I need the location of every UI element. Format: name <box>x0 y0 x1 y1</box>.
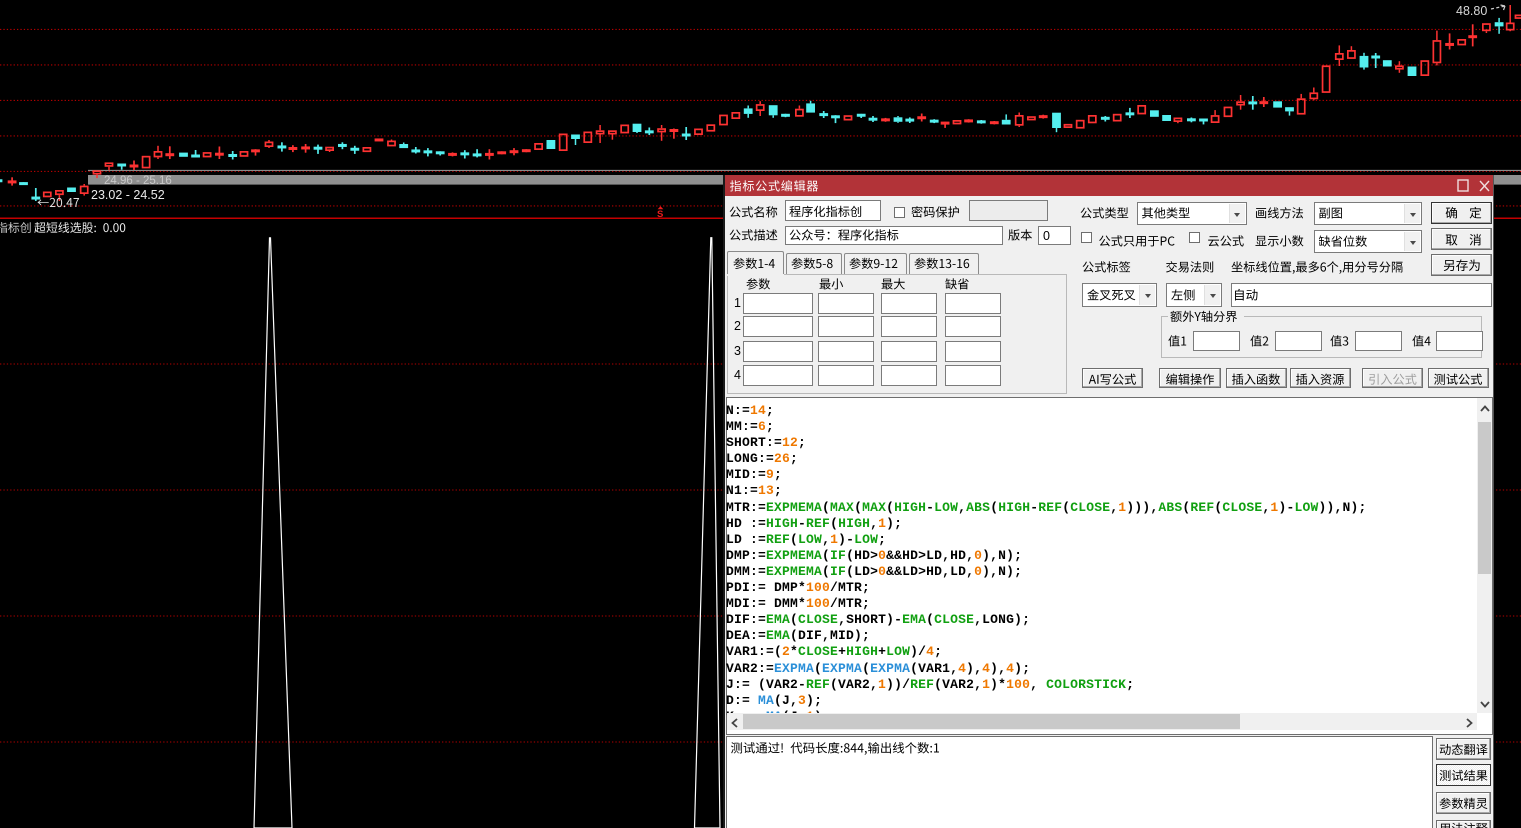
svg-text:S: S <box>657 209 663 220</box>
